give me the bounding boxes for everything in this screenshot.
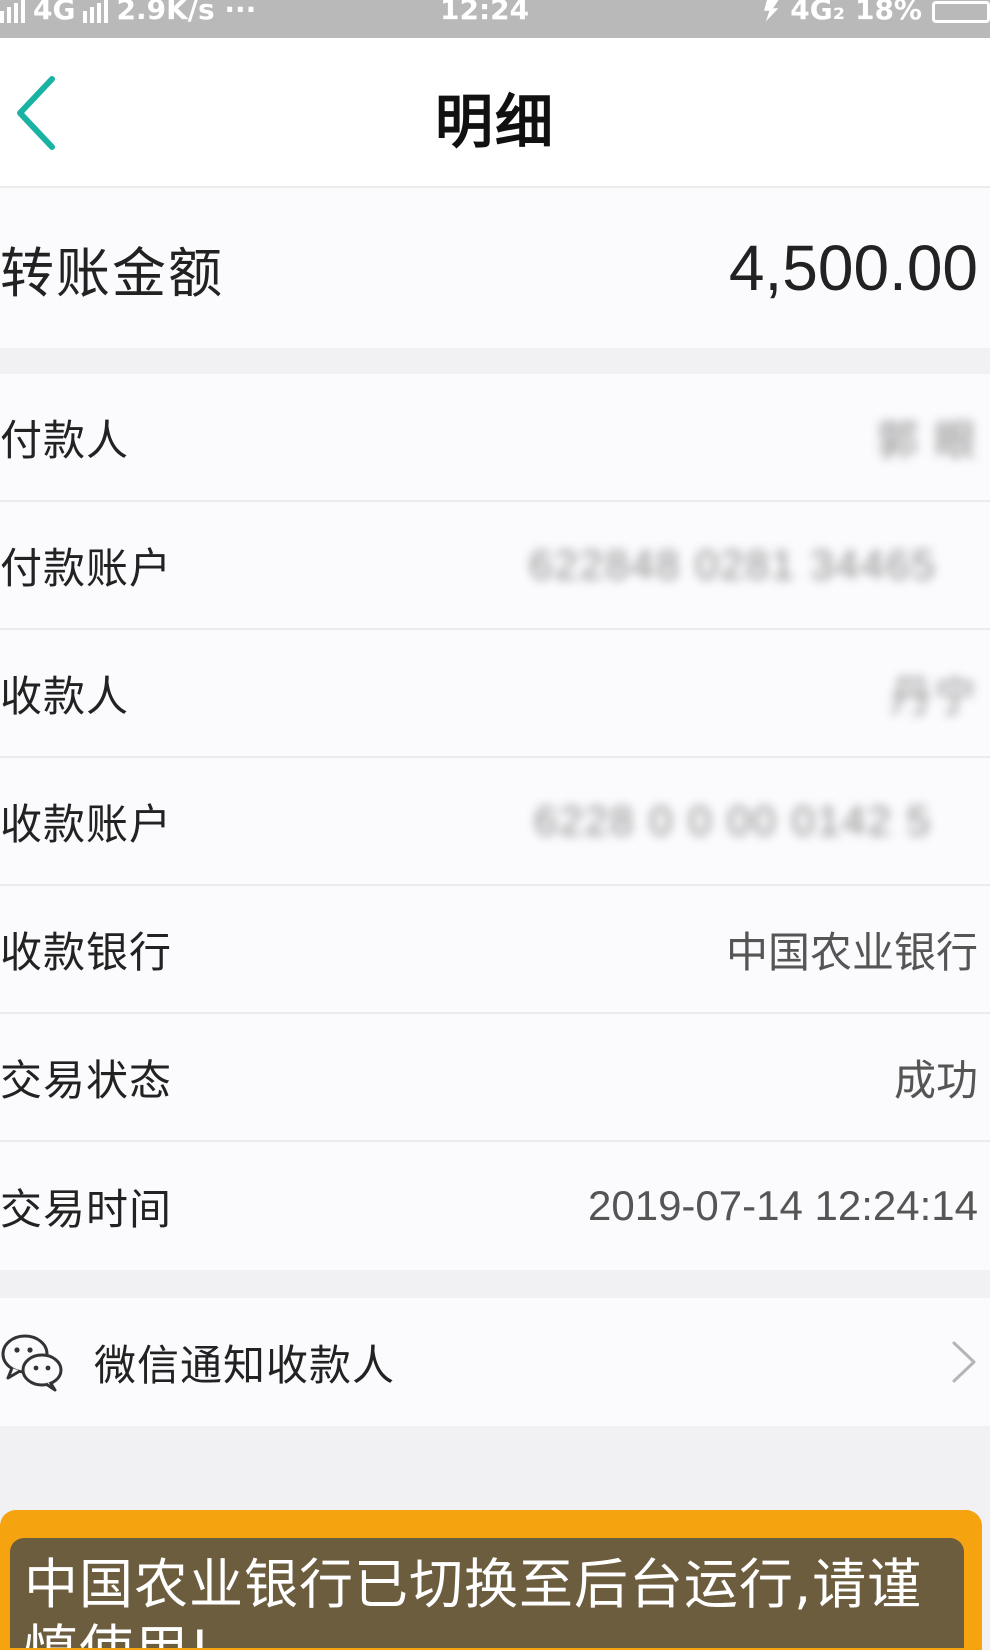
detail-row-payee-account: 收款账户 6228 0 0 00 0142 5 [0,758,990,886]
status-bar: 4G 2.9K/s ··· 12:24 4G₂ 18% [0,0,990,38]
network-indicator: 4G₂ [790,0,845,26]
detail-row-time: 交易时间 2019-07-14 12:24:14 [0,1142,990,1270]
wechat-notify-label: 微信通知收款人 [94,1340,396,1390]
signal-icon-2 [83,0,109,23]
detail-row-payee-bank: 收款银行 中国农业银行 [0,886,990,1014]
chevron-right-icon [952,1341,976,1383]
page-title: 明细 [434,88,555,156]
wechat-icon [1,1334,63,1392]
payer-label: 付款人 [0,415,130,465]
payee-account-label: 收款账户 [0,799,173,849]
charging-icon [764,0,781,22]
transaction-time-value: 2019-07-14 12:24:14 [588,1182,978,1229]
payee-value: 丹宁 [889,672,978,720]
payer-account-label: 付款账户 [0,543,173,593]
transaction-status-label: 交易状态 [0,1055,173,1105]
detail-row-payer: 付款人 郭 眼 [0,374,990,502]
detail-row-payee: 收款人 丹宁 [0,630,990,758]
transfer-amount-row: 转账金额 4,500.00 [0,188,990,348]
nav-bar: 明细 [0,38,990,188]
payee-bank-value: 中国农业银行 [725,928,978,976]
payee-account-value: 6228 0 0 00 0142 5 [533,797,932,844]
network-type: 4G [33,0,76,26]
transfer-amount-value: 4,500.00 [728,232,978,304]
payer-value: 郭 眼 [876,416,978,464]
battery-percent: 18% [854,0,922,26]
transaction-details: 付款人 郭 眼 付款账户 622848 0281 34465 收款人 丹宁 收款… [0,374,990,1270]
signal-icon [0,0,25,23]
transfer-amount-label: 转账金额 [0,241,224,305]
payer-account-value: 622848 0281 34465 [529,541,937,588]
background-warning-toast: 中国农业银行已切换至后台运行,请谨慎使用! [10,1538,964,1648]
payee-label: 收款人 [0,671,130,721]
wechat-notify-payee-button[interactable]: 微信通知收款人 [0,1298,990,1426]
battery-icon [932,0,990,23]
detail-row-status: 交易状态 成功 [0,1014,990,1142]
payee-bank-label: 收款银行 [0,927,173,977]
transaction-time-label: 交易时间 [0,1184,173,1234]
detail-row-payer-account: 付款账户 622848 0281 34465 [0,502,990,630]
status-left: 4G 2.9K/s ··· [0,0,256,26]
toast-message: 中国农业银行已切换至后台运行,请谨慎使用! [24,1553,923,1648]
status-time: 12:24 [440,0,530,26]
network-speed: 2.9K/s ··· [116,0,257,26]
transaction-status-value: 成功 [893,1056,978,1104]
status-right: 4G₂ 18% [762,0,990,26]
